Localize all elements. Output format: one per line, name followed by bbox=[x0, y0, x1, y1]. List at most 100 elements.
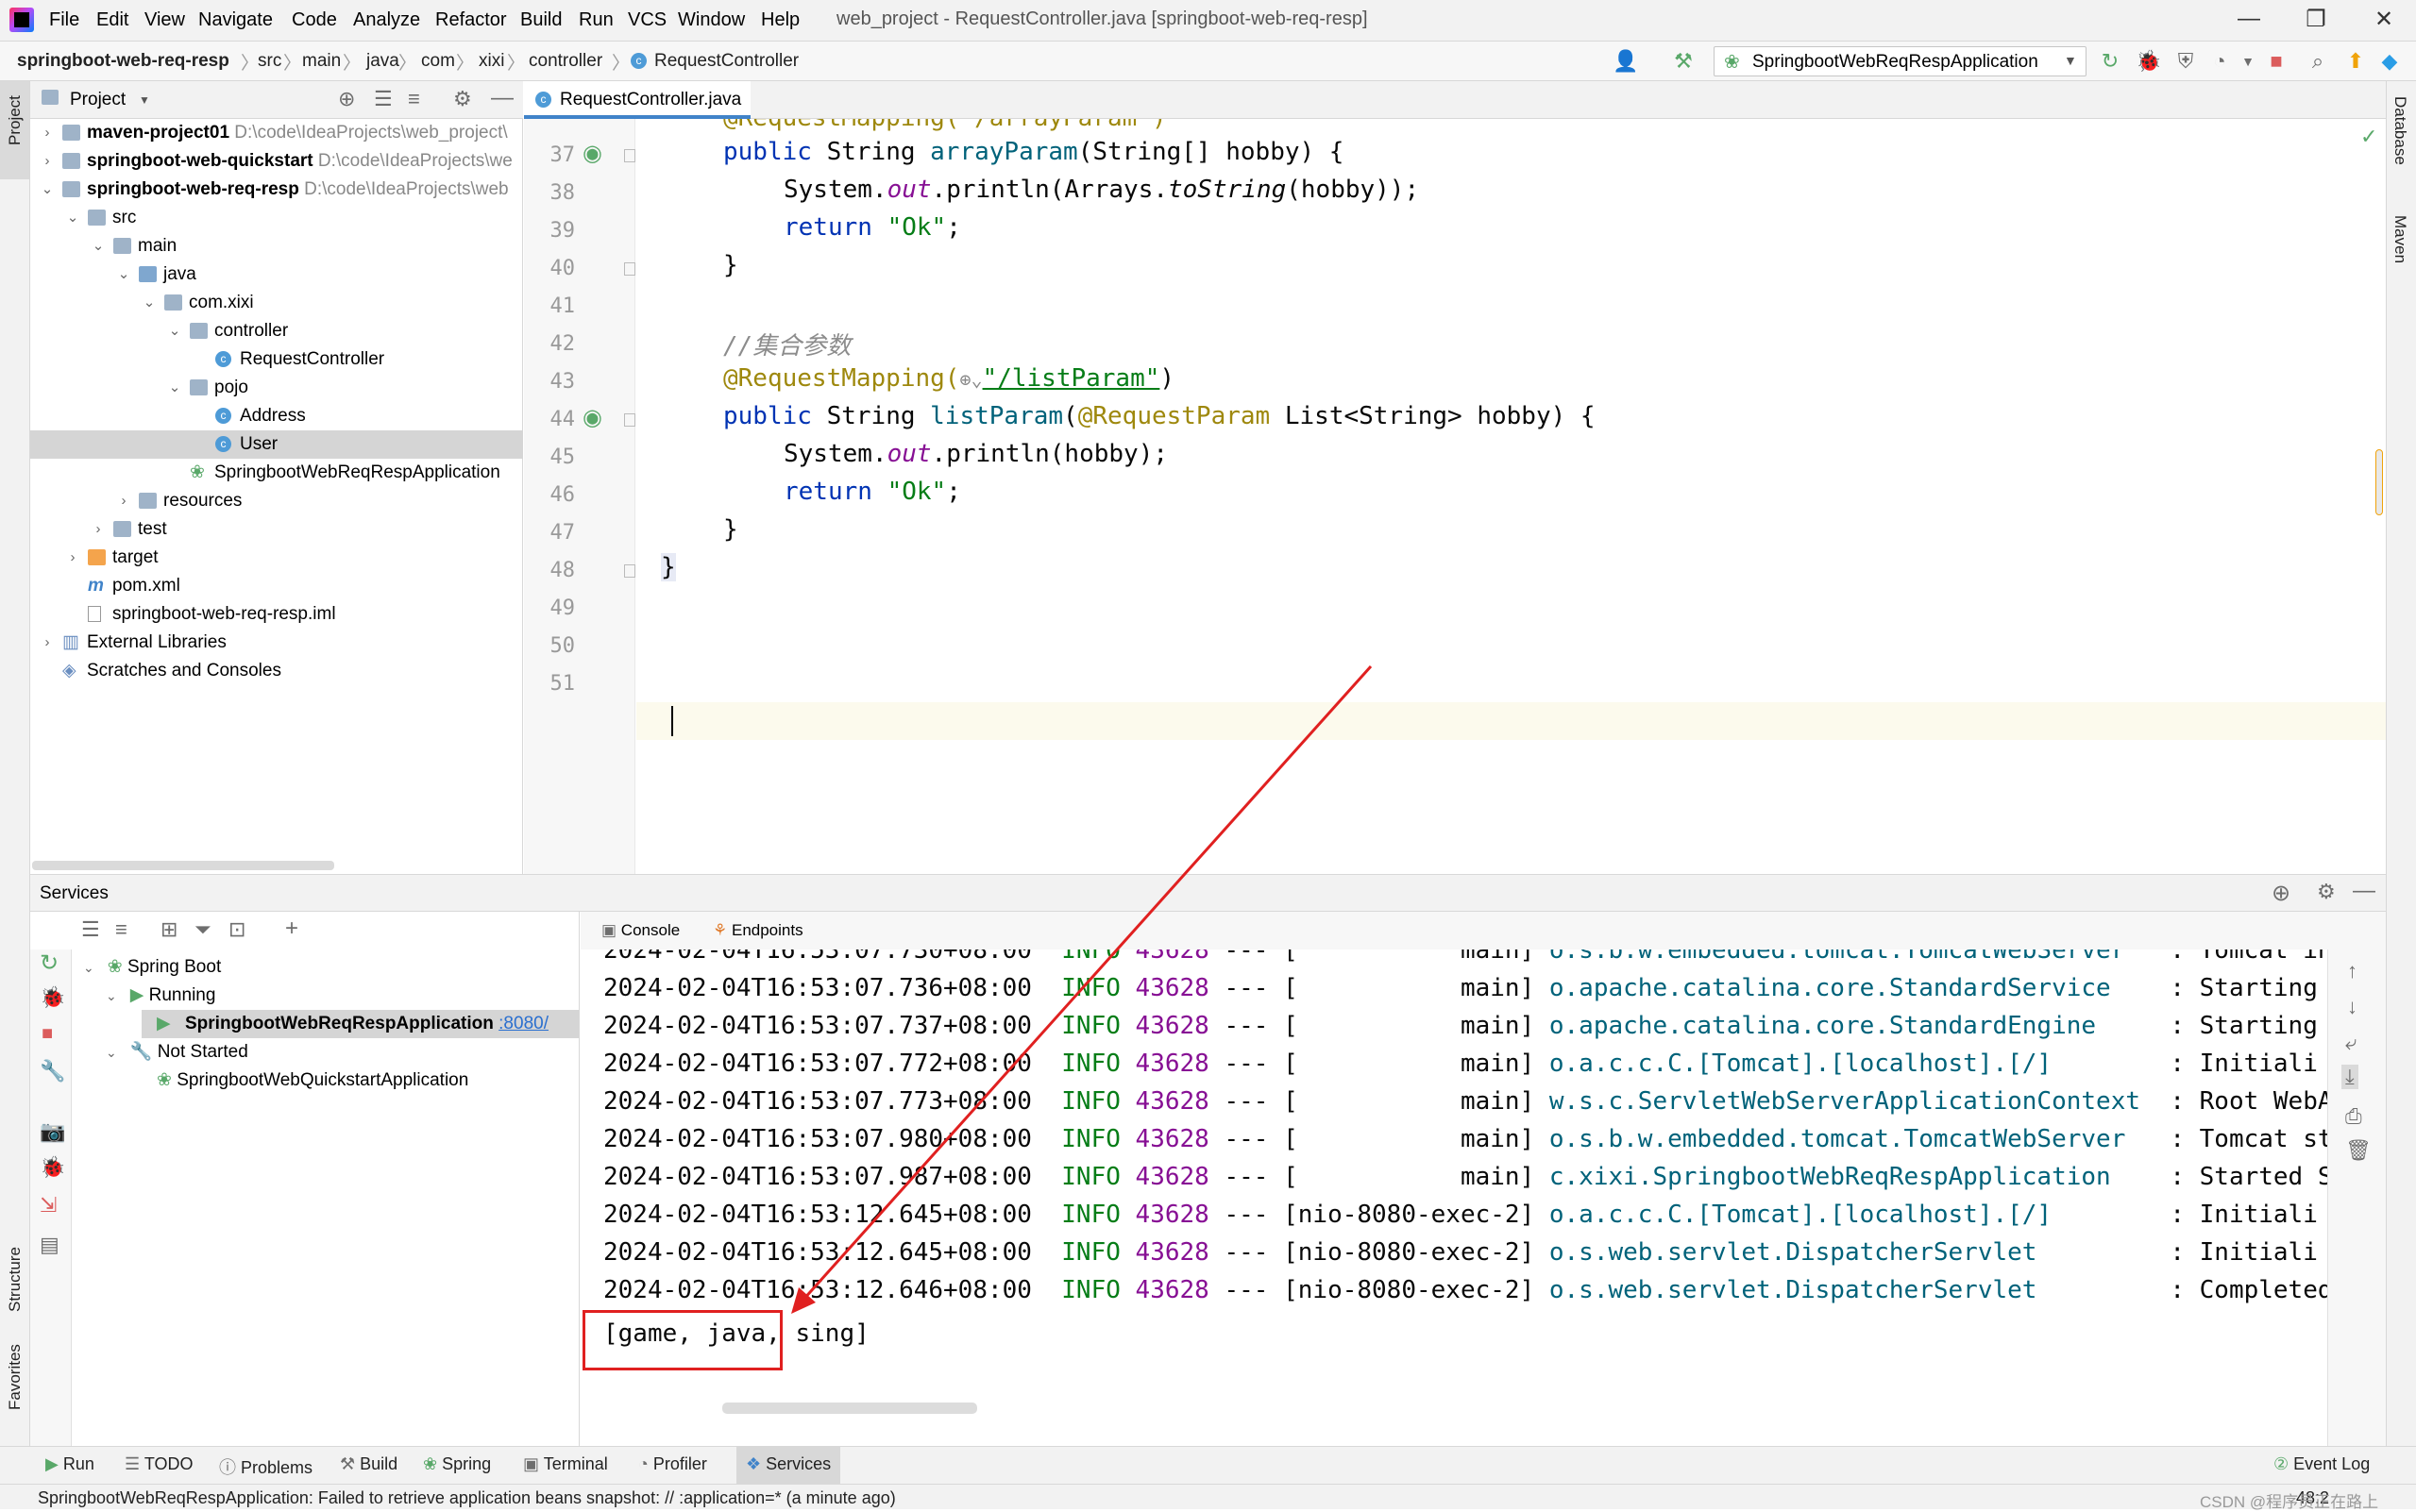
breadcrumb-xixi[interactable]: xixi bbox=[479, 51, 504, 72]
print-icon[interactable]: ⎙ bbox=[2345, 1104, 2362, 1129]
chevron-down-icon[interactable]: ⌄ bbox=[167, 317, 182, 345]
chevron-down-icon[interactable]: ▼ bbox=[2236, 49, 2260, 74]
event-log-button[interactable]: ② Event Log bbox=[2273, 1454, 2370, 1474]
minimize-icon[interactable]: — bbox=[2230, 6, 2268, 32]
endpoint-icon[interactable]: ◉ bbox=[583, 140, 602, 167]
project-tree-item[interactable]: c Address bbox=[30, 402, 523, 430]
menu-vcs[interactable]: VCS bbox=[628, 9, 667, 31]
breadcrumb-java[interactable]: java bbox=[366, 51, 399, 72]
vertical-scrollbar[interactable] bbox=[2375, 449, 2383, 515]
chevron-right-icon[interactable]: › bbox=[116, 487, 131, 515]
trash-icon[interactable]: 🗑 bbox=[2345, 1138, 2372, 1163]
locate-icon[interactable]: ⊕ bbox=[2272, 880, 2290, 907]
menu-help[interactable]: Help bbox=[761, 9, 800, 31]
project-panel-title[interactable]: Project bbox=[70, 90, 126, 110]
rerun-icon[interactable]: ↻ bbox=[2098, 49, 2122, 74]
bottom-tab-build[interactable]: ⚒ Build bbox=[340, 1454, 397, 1474]
collapse-all-icon[interactable]: ≡ bbox=[408, 87, 420, 111]
bottom-tab-profiler[interactable]: ◔ Profiler bbox=[638, 1454, 707, 1474]
chevron-right-icon[interactable]: › bbox=[40, 119, 55, 147]
wrench-icon[interactable]: 🔧 bbox=[40, 1059, 65, 1084]
project-tree-item[interactable]: › maven-project01 D:\code\IdeaProjects\we… bbox=[30, 119, 523, 147]
layout-icon[interactable]: ▤ bbox=[40, 1233, 59, 1257]
menu-window[interactable]: Window bbox=[678, 9, 745, 31]
rerun-icon[interactable]: ↻ bbox=[40, 949, 59, 977]
update-icon[interactable]: ⬆ bbox=[2343, 49, 2368, 74]
camera-icon[interactable]: 📷 bbox=[40, 1119, 65, 1144]
fold-icon[interactable] bbox=[624, 564, 635, 578]
menu-navigate[interactable]: Navigate bbox=[198, 9, 273, 31]
code-editor[interactable]: @RequestMapping("/arrayParam") public St… bbox=[636, 119, 2386, 874]
profile-icon[interactable]: ◔ bbox=[2207, 49, 2232, 74]
service-node-spring-boot[interactable]: ⌄ ❀ Spring Boot bbox=[83, 953, 221, 982]
build-hammer-icon[interactable]: ⚒ bbox=[1671, 49, 1696, 74]
breadcrumb-src[interactable]: src bbox=[258, 51, 281, 72]
debug-icon[interactable]: 🐞 bbox=[40, 1155, 65, 1180]
tool-tab-favorites[interactable]: Favorites bbox=[6, 1344, 25, 1410]
chevron-down-icon[interactable]: ⌄ bbox=[65, 204, 80, 232]
project-tree-item[interactable]: ❀ SpringbootWebReqRespApplication bbox=[30, 459, 523, 487]
expand-all-icon[interactable]: ☰ bbox=[81, 917, 100, 942]
new-tab-icon[interactable]: ⊡ bbox=[228, 917, 245, 942]
bottom-tab-terminal[interactable]: ▣ Terminal bbox=[523, 1454, 608, 1474]
horizontal-scrollbar[interactable] bbox=[722, 1403, 977, 1414]
tab-endpoints[interactable]: ⚘ Endpoints bbox=[713, 921, 803, 940]
user-icon[interactable]: 👤 bbox=[1613, 49, 1638, 74]
arrow-up-icon[interactable]: ↑ bbox=[2347, 959, 2357, 983]
filter-icon[interactable]: ⏷ bbox=[194, 917, 211, 942]
horizontal-scrollbar[interactable] bbox=[32, 861, 334, 870]
search-icon[interactable]: ⌕ bbox=[2306, 49, 2330, 74]
close-icon[interactable]: ✕ bbox=[2365, 6, 2403, 33]
tool-tab-maven[interactable]: Maven bbox=[2391, 215, 2409, 263]
chevron-right-icon[interactable]: › bbox=[91, 515, 106, 544]
run-configuration-select[interactable]: ❀ SpringbootWebReqRespApplication ▼ bbox=[1714, 46, 2087, 76]
project-tree-item[interactable]: ⌄ src bbox=[30, 204, 523, 232]
project-tree-item[interactable]: ◈ Scratches and Consoles bbox=[30, 657, 523, 685]
fold-icon[interactable] bbox=[624, 149, 635, 162]
collapse-all-icon[interactable]: ≡ bbox=[115, 917, 127, 942]
console-output[interactable]: 2024-02-04T16:53:07.730+08:00 INFO 43628… bbox=[581, 949, 2327, 1446]
menu-build[interactable]: Build bbox=[520, 9, 562, 31]
add-service-icon[interactable]: + bbox=[285, 916, 298, 942]
service-node-running-app[interactable]: ▶ SpringbootWebReqRespApplication :8080/ bbox=[142, 1010, 579, 1038]
soft-wrap-icon[interactable]: ⤶ bbox=[2345, 1031, 2357, 1055]
fold-icon[interactable] bbox=[624, 413, 635, 427]
stop-icon[interactable]: ■ bbox=[42, 1023, 53, 1045]
menu-edit[interactable]: Edit bbox=[96, 9, 128, 31]
hide-icon[interactable]: — bbox=[491, 85, 514, 111]
chevron-right-icon[interactable]: › bbox=[40, 629, 55, 657]
bottom-tab-todo[interactable]: ☰ TODO bbox=[125, 1454, 194, 1474]
project-tree-item[interactable]: › test bbox=[30, 515, 523, 544]
tab-request-controller[interactable]: c RequestController.java bbox=[524, 81, 751, 119]
menu-view[interactable]: View bbox=[144, 9, 185, 31]
breadcrumb-class[interactable]: RequestController bbox=[654, 51, 799, 72]
project-tree-item[interactable]: c RequestController bbox=[30, 345, 523, 374]
project-tree-item[interactable]: › ▥ External Libraries bbox=[30, 629, 523, 657]
bottom-tab-spring[interactable]: ❀ Spring bbox=[423, 1454, 491, 1474]
project-tree-item[interactable]: › target bbox=[30, 544, 523, 572]
chevron-down-icon[interactable]: ▼ bbox=[139, 93, 150, 107]
stop-icon[interactable]: ■ bbox=[2264, 49, 2289, 74]
coverage-icon[interactable]: ⛨ bbox=[2173, 49, 2198, 74]
project-tree-item[interactable]: ⌄ pojo bbox=[30, 374, 523, 402]
project-tree-item[interactable]: m pom.xml bbox=[30, 572, 523, 600]
hide-icon[interactable]: — bbox=[2353, 878, 2375, 904]
maximize-icon[interactable]: ❐ bbox=[2297, 6, 2335, 33]
locate-icon[interactable]: ⊕ bbox=[338, 87, 355, 111]
project-tree-item[interactable]: c User bbox=[30, 430, 523, 459]
project-tree-item[interactable]: springboot-web-req-resp.iml bbox=[30, 600, 523, 629]
chevron-right-icon[interactable]: › bbox=[40, 147, 55, 176]
breadcrumb-controller[interactable]: controller bbox=[529, 51, 602, 72]
expand-all-icon[interactable]: ☰ bbox=[374, 87, 393, 111]
project-tree-item[interactable]: › springboot-web-quickstart D:\code\IdeaP… bbox=[30, 147, 523, 176]
menu-code[interactable]: Code bbox=[292, 9, 337, 31]
port-link[interactable]: :8080/ bbox=[498, 1014, 549, 1033]
bottom-tab-problems[interactable]: ⓘ Problems bbox=[219, 1454, 313, 1479]
group-icon[interactable]: ⊞ bbox=[161, 917, 177, 942]
chevron-down-icon[interactable]: ⌄ bbox=[91, 232, 106, 260]
chevron-down-icon[interactable]: ⌄ bbox=[142, 289, 157, 317]
project-tree-item[interactable]: ⌄ springboot-web-req-resp D:\code\IdeaPro… bbox=[30, 176, 523, 204]
breadcrumb-project[interactable]: springboot-web-req-resp bbox=[17, 51, 229, 72]
project-tree-item[interactable]: ⌄ controller bbox=[30, 317, 523, 345]
chevron-down-icon[interactable]: ⌄ bbox=[116, 260, 131, 289]
